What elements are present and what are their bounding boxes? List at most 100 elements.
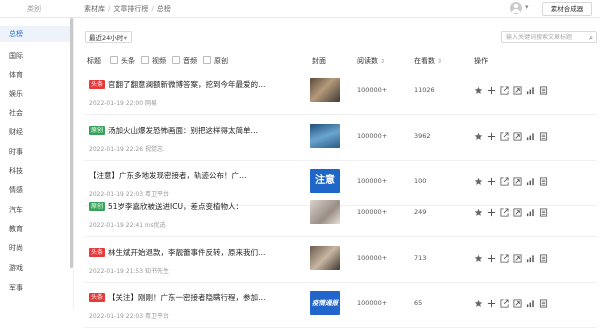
star-icon[interactable]: [474, 86, 483, 95]
filter-video-label: 视频: [152, 57, 166, 65]
document-icon[interactable]: [539, 177, 548, 186]
sidebar-item-auto[interactable]: 汽车: [9, 205, 23, 215]
plus-icon[interactable]: [487, 177, 496, 186]
column-reads[interactable]: 阅读数 ⇕: [357, 56, 385, 66]
breadcrumb-item-ranking[interactable]: 文章排行榜: [113, 5, 148, 13]
row-actions: [474, 132, 548, 141]
cover-thumbnail[interactable]: [310, 246, 340, 270]
chart-icon[interactable]: [526, 132, 535, 141]
time-range-value: 最近24小时: [89, 34, 124, 42]
star-icon[interactable]: [474, 208, 483, 217]
sort-icon[interactable]: ⇕: [437, 58, 442, 65]
sort-icon[interactable]: ⇕: [380, 58, 385, 65]
chevron-down-icon[interactable]: ▾: [525, 3, 529, 11]
article-title-text[interactable]: 【关注】刚刚！广东一密接者隐瞒行程，参加…: [108, 293, 266, 302]
plus-icon[interactable]: [487, 208, 496, 217]
plus-icon[interactable]: [487, 254, 496, 263]
document-icon[interactable]: [539, 86, 548, 95]
article-title-text[interactable]: 林生斌开始退款，李靓蕾事件反转，原来我们…: [108, 248, 266, 257]
cover-thumbnail[interactable]: [310, 200, 340, 224]
checkbox-icon[interactable]: [141, 56, 149, 64]
search-icon[interactable]: ⌕: [589, 32, 593, 44]
share-icon[interactable]: [500, 177, 509, 186]
article-title[interactable]: 【注意】广东多地发现密接者，轨迹公布！广…: [89, 170, 304, 181]
sidebar-item-total[interactable]: 总榜: [0, 26, 72, 42]
export-icon[interactable]: [513, 254, 522, 263]
filter-original-checkbox[interactable]: 原创: [203, 56, 228, 66]
cover-thumbnail[interactable]: 疫情通报: [310, 291, 340, 315]
avatar-icon[interactable]: [510, 2, 522, 14]
search-placeholder: 输入关键词搜索文章标题: [506, 34, 573, 41]
checkbox-icon[interactable]: [110, 56, 118, 64]
chart-icon[interactable]: [526, 208, 535, 217]
breadcrumb-separator: /: [108, 5, 111, 13]
cover-thumbnail[interactable]: 注意: [310, 169, 340, 193]
export-icon[interactable]: [513, 208, 522, 217]
plus-icon[interactable]: [487, 86, 496, 95]
search-input[interactable]: 输入关键词搜索文章标题 ⌕: [501, 31, 597, 43]
article-title[interactable]: 原创 汤加火山爆发恐怖画面：别把这样得太简单…: [89, 125, 304, 136]
breadcrumb-item-library[interactable]: 素材库: [84, 5, 105, 13]
sidebar-item-military[interactable]: 军事: [9, 283, 23, 293]
star-icon[interactable]: [474, 177, 483, 186]
article-title[interactable]: 原创 51岁李嘉欣被送进ICU，差点变植物人：: [89, 201, 304, 212]
star-icon[interactable]: [474, 254, 483, 263]
sidebar-item-sports[interactable]: 体育: [9, 70, 23, 80]
star-icon[interactable]: [474, 132, 483, 141]
document-icon[interactable]: [539, 132, 548, 141]
column-clicks[interactable]: 在看数 ⇕: [414, 56, 442, 66]
chart-icon[interactable]: [526, 86, 535, 95]
export-icon[interactable]: [513, 86, 522, 95]
user-menu[interactable]: ▾: [510, 2, 537, 14]
read-count: 100000+: [357, 177, 388, 185]
sidebar-item-current-affairs[interactable]: 时事: [9, 147, 23, 157]
chart-icon[interactable]: [526, 254, 535, 263]
row-actions: [474, 86, 548, 95]
cover-thumbnail[interactable]: [310, 124, 340, 148]
sidebar-scrollbar[interactable]: [70, 18, 73, 268]
sidebar-item-technology[interactable]: 科技: [9, 166, 23, 176]
sidebar-item-games[interactable]: 游戏: [9, 263, 23, 273]
article-title-text[interactable]: 汤加火山爆发恐怖画面：别把这样得太简单…: [108, 126, 258, 135]
document-icon[interactable]: [539, 299, 548, 308]
sidebar-item-entertainment[interactable]: 娱乐: [9, 89, 23, 99]
sidebar-item-society[interactable]: 社会: [9, 108, 23, 118]
sidebar-item-international[interactable]: 国际: [9, 51, 23, 61]
star-icon[interactable]: [474, 299, 483, 308]
plus-icon[interactable]: [487, 299, 496, 308]
checkbox-icon[interactable]: [203, 56, 211, 64]
plus-icon[interactable]: [487, 132, 496, 141]
share-icon[interactable]: [500, 208, 509, 217]
sidebar-item-fashion[interactable]: 时尚: [9, 243, 23, 253]
chart-icon[interactable]: [526, 177, 535, 186]
share-icon[interactable]: [500, 86, 509, 95]
material-generator-button[interactable]: 素材合成器: [542, 2, 592, 16]
filter-audio-checkbox[interactable]: 音频: [172, 56, 197, 66]
chart-icon[interactable]: [526, 299, 535, 308]
article-title[interactable]: 头条 林生斌开始退款，李靓蕾事件反转，原来我们…: [89, 247, 304, 258]
document-icon[interactable]: [539, 208, 548, 217]
article-title-text[interactable]: 官翻了翻意澜额新微博答案，挖到今年最爱的…: [108, 80, 266, 89]
filter-audio-label: 音频: [183, 57, 197, 65]
filter-headline-checkbox[interactable]: 头条: [110, 56, 135, 66]
export-icon[interactable]: [513, 132, 522, 141]
export-icon[interactable]: [513, 177, 522, 186]
sidebar-item-emotion[interactable]: 情感: [9, 185, 23, 195]
export-icon[interactable]: [513, 299, 522, 308]
checkbox-icon[interactable]: [172, 56, 180, 64]
share-icon[interactable]: [500, 254, 509, 263]
share-icon[interactable]: [500, 299, 509, 308]
filter-video-checkbox[interactable]: 视频: [141, 56, 166, 66]
sidebar-item-education[interactable]: 教育: [9, 224, 23, 234]
sidebar-item-finance[interactable]: 财经: [9, 127, 23, 137]
cover-thumbnail[interactable]: [310, 78, 340, 102]
article-title[interactable]: 头条 【关注】刚刚！广东一密接者隐瞒行程，参加…: [89, 292, 304, 303]
share-icon[interactable]: [500, 132, 509, 141]
row-actions: [474, 177, 548, 186]
article-title-text[interactable]: 51岁李嘉欣被送进ICU，差点变植物人：: [108, 202, 243, 211]
document-icon[interactable]: [539, 254, 548, 263]
article-title[interactable]: 头条 官翻了翻意澜额新微博答案，挖到今年最爱的…: [89, 79, 304, 90]
time-range-select[interactable]: 最近24小时 ▾: [85, 31, 132, 43]
read-count: 100000+: [357, 208, 388, 216]
article-title-text[interactable]: 【注意】广东多地发现密接者，轨迹公布！广…: [89, 171, 247, 180]
